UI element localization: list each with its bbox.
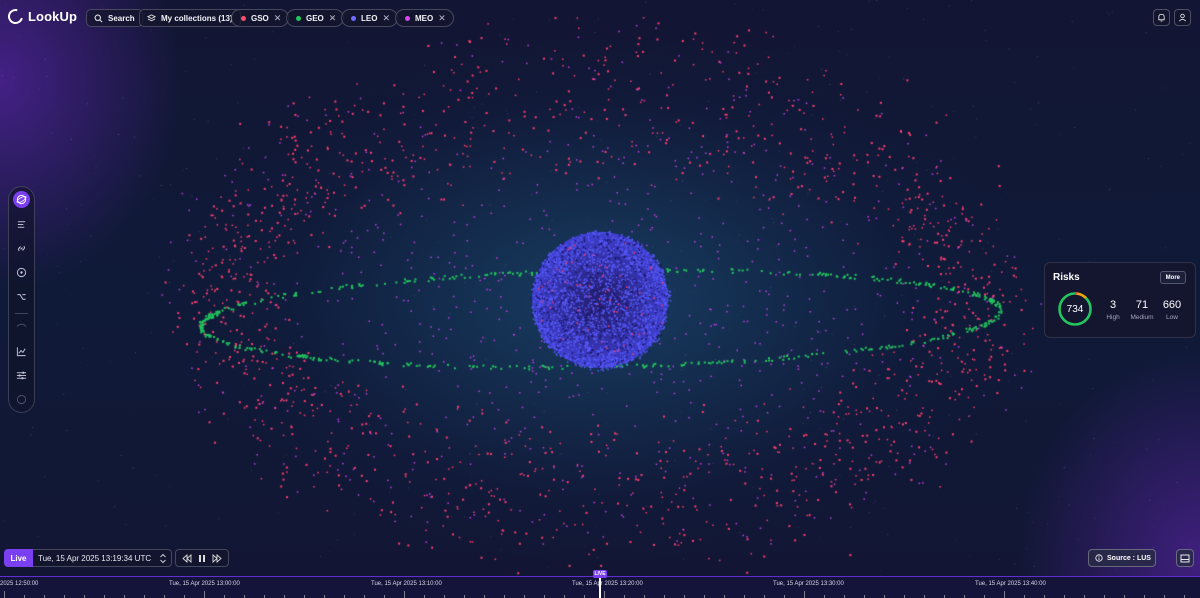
filter-tag-label: GSO xyxy=(251,13,269,23)
close-icon[interactable]: ✕ xyxy=(329,13,337,24)
sidebar-item-signal[interactable] xyxy=(13,318,30,335)
sidebar-divider xyxy=(15,313,28,314)
risk-high: 3 High xyxy=(1105,299,1121,321)
sidebar-item-sliders[interactable] xyxy=(13,367,30,384)
timeline-label: 2025 12:50:00 xyxy=(0,581,39,587)
close-icon[interactable]: ✕ xyxy=(382,13,390,24)
timeline-label: Tue, 15 Apr 2025 13:30:00 xyxy=(773,581,844,587)
orbit-visualization[interactable] xyxy=(0,0,1200,598)
user-icon xyxy=(1179,13,1186,22)
panel-toggle-button[interactable] xyxy=(1176,549,1194,567)
risk-low-value: 660 xyxy=(1162,299,1182,311)
close-icon[interactable]: ✕ xyxy=(438,13,446,24)
source-button[interactable]: Source : LUS xyxy=(1088,549,1156,567)
chart-icon xyxy=(16,347,26,357)
risk-total: 734 xyxy=(1066,303,1084,315)
fast-forward-icon[interactable] xyxy=(212,553,222,563)
collections-label: My collections (13) xyxy=(161,13,233,23)
timeline-tick xyxy=(4,591,5,598)
filter-tag-leo[interactable]: LEO ✕ xyxy=(341,9,398,27)
timeline-label: Tue, 15 Apr 2025 13:00:00 xyxy=(169,581,240,587)
current-time-line xyxy=(599,578,601,598)
chevron-updown-icon xyxy=(160,553,166,564)
target-icon xyxy=(16,267,27,278)
filter-tag-meo[interactable]: MEO ✕ xyxy=(395,9,454,27)
search-label: Search xyxy=(108,13,135,23)
risk-low: 660 Low xyxy=(1160,299,1184,321)
timeline-tick xyxy=(604,591,605,598)
filter-tag-gso[interactable]: GSO ✕ xyxy=(231,9,290,27)
sliders-icon xyxy=(16,371,27,380)
bell-icon xyxy=(1158,13,1165,22)
close-icon[interactable]: ✕ xyxy=(274,13,282,24)
sidebar-item-globe[interactable] xyxy=(13,191,30,208)
timeline-tick xyxy=(404,591,405,598)
link-icon xyxy=(18,245,25,252)
satellite-scene-canvas[interactable] xyxy=(0,0,1200,598)
list-icon xyxy=(17,221,26,228)
gso-color-dot xyxy=(241,15,246,21)
panel-icon xyxy=(1180,554,1190,562)
risk-high-value: 3 xyxy=(1109,299,1117,311)
source-label: Source : LUS xyxy=(1107,554,1151,562)
search-icon xyxy=(94,14,103,22)
filter-tag-label: MEO xyxy=(415,13,434,23)
logo-icon xyxy=(5,6,26,27)
circle-icon xyxy=(16,394,27,405)
sidebar-item-circle[interactable] xyxy=(13,391,30,408)
notifications-button[interactable] xyxy=(1153,9,1170,26)
sidebar-item-branch[interactable] xyxy=(13,288,30,305)
timeline-tick xyxy=(1004,591,1005,598)
timeline-tick xyxy=(204,591,205,598)
info-icon xyxy=(1095,554,1103,562)
sidebar-item-target[interactable] xyxy=(13,264,30,281)
layers-icon xyxy=(147,13,156,21)
more-button[interactable]: More xyxy=(1159,271,1186,284)
playback-controls xyxy=(175,549,229,567)
search-button[interactable]: Search xyxy=(86,9,143,27)
risk-medium: 71 Medium xyxy=(1127,299,1157,321)
filter-tag-label: LEO xyxy=(361,13,378,23)
filter-tag-label: GEO xyxy=(306,13,324,23)
timeline-label: Tue, 15 Apr 2025 13:10:00 xyxy=(371,581,442,587)
timeline-label: Tue, 15 Apr 2025 13:40:00 xyxy=(975,581,1046,587)
live-button[interactable]: Live xyxy=(4,549,33,567)
user-button[interactable] xyxy=(1174,9,1191,26)
risk-high-label: High xyxy=(1106,314,1120,321)
collections-button[interactable]: My collections (13) xyxy=(139,9,241,27)
tool-sidebar xyxy=(8,186,35,413)
app-logo[interactable]: LookUp xyxy=(5,6,77,27)
geo-color-dot xyxy=(296,15,301,21)
sidebar-item-list[interactable] xyxy=(13,216,30,233)
datetime-selector[interactable]: Tue, 15 Apr 2025 13:19:34 UTC xyxy=(33,549,172,567)
risks-title: Risks xyxy=(1053,272,1080,283)
risk-medium-label: Medium xyxy=(1130,314,1154,321)
sidebar-item-link[interactable] xyxy=(13,240,30,257)
rewind-icon[interactable] xyxy=(182,553,192,563)
live-marker[interactable]: LIVE xyxy=(593,570,607,578)
app-name: LookUp xyxy=(28,9,77,24)
leo-color-dot xyxy=(351,15,356,21)
risk-low-label: Low xyxy=(1166,314,1178,321)
sidebar-item-chart[interactable] xyxy=(13,343,30,360)
signal-icon xyxy=(16,323,27,327)
globe-icon xyxy=(16,194,27,205)
meo-color-dot xyxy=(405,15,410,21)
datetime-value: Tue, 15 Apr 2025 13:19:34 UTC xyxy=(38,553,152,563)
risks-panel: Risks More 734 3 High 71 Medium 660 Low xyxy=(1044,262,1196,338)
pause-icon[interactable] xyxy=(198,554,206,563)
timeline-label: Tue, 15 Apr 2025 13:20:00 xyxy=(572,581,643,587)
risk-medium-value: 71 xyxy=(1135,299,1149,311)
timeline-tick xyxy=(804,591,805,598)
filter-tag-geo[interactable]: GEO ✕ xyxy=(286,9,345,27)
branch-icon xyxy=(17,294,26,300)
